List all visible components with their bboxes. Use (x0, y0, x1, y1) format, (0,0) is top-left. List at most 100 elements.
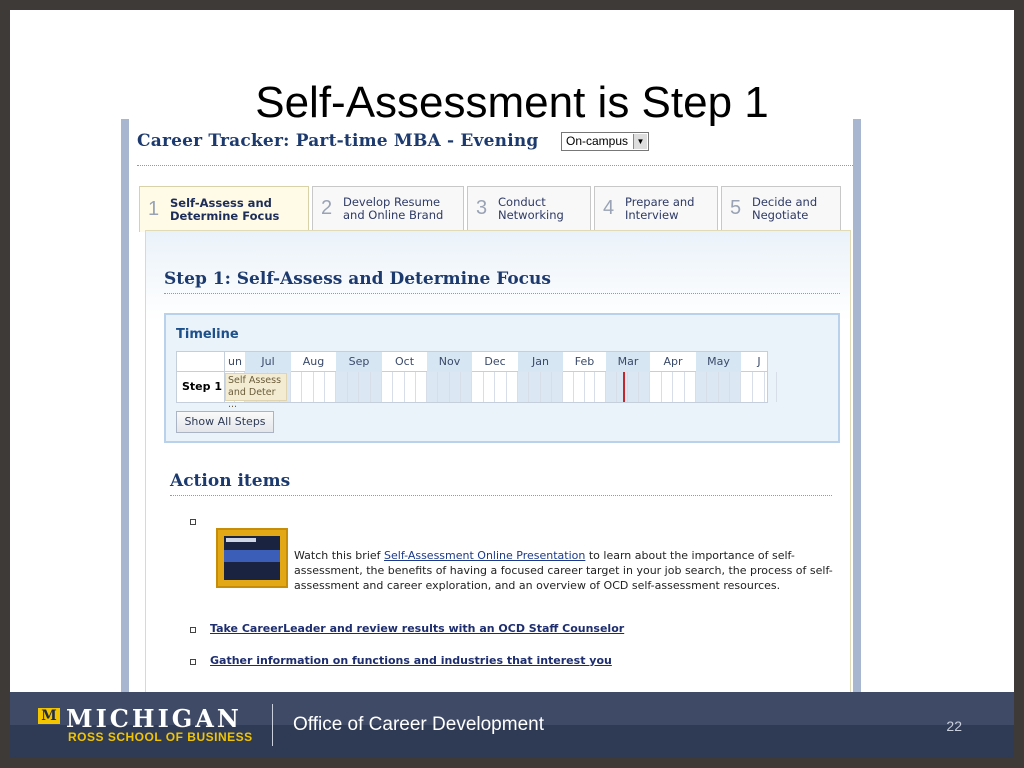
timeline-cell (628, 372, 639, 402)
timeline-cell (370, 372, 382, 402)
timeline-cell (405, 372, 416, 402)
timeline-cell (673, 372, 685, 402)
timeline-cell (416, 372, 427, 402)
timeline-cell (291, 372, 303, 402)
timeline-month: Apr (663, 355, 683, 368)
tab-label: Prepare and Interview (625, 194, 695, 222)
tab-number: 4 (603, 197, 615, 219)
bullet-icon (190, 627, 196, 633)
tab-label: Self-Assess and Determine Focus (170, 195, 280, 223)
timeline-cell (696, 372, 708, 402)
timeline-cell (325, 372, 336, 402)
logo-michigan: MICHIGAN (66, 704, 242, 733)
timeline-grid: Step 1 un Jul Aug Sep Oct Nov Dec Jan Feb Mar Apr M… (176, 351, 777, 410)
timeline-month: Jan (518, 352, 563, 372)
screenshot-border-left (121, 119, 129, 692)
timeline-cells: Self Assess and Deter ... (225, 372, 777, 410)
tab-number: 5 (730, 197, 742, 219)
video-thumbnail[interactable] (216, 528, 288, 588)
timeline-cell (449, 372, 461, 402)
careerleader-link[interactable]: Take CareerLeader and review results wit… (210, 622, 624, 635)
campus-select[interactable]: On-campus ▼ (561, 132, 649, 151)
tab-number: 3 (476, 197, 488, 219)
timeline-months: un Jul Aug Sep Oct Nov Dec Jan Feb Mar Apr May J (225, 352, 767, 372)
bullet-icon (190, 519, 196, 525)
timeline-cell (685, 372, 696, 402)
timeline-cell (359, 372, 371, 402)
divider (272, 704, 273, 746)
timeline-cell (707, 372, 719, 402)
bullet-icon (190, 659, 196, 665)
timeline-cell (438, 372, 450, 402)
dropdown-arrow-icon[interactable]: ▼ (633, 134, 647, 149)
timeline-cell (753, 372, 765, 402)
timeline-cell (718, 372, 730, 402)
timeline-cell (540, 372, 552, 402)
tab-step-4[interactable]: 4 Prepare and Interview (594, 186, 718, 230)
self-assessment-presentation-link[interactable]: Self-Assessment Online Presentation (384, 549, 585, 562)
timeline-cell (765, 372, 777, 402)
tab-label: Decide and Negotiate (752, 194, 818, 222)
timeline-month: Mar (606, 352, 650, 372)
timeline-cell (518, 372, 530, 402)
timeline-cell (529, 372, 541, 402)
timeline-cell (551, 372, 563, 402)
tab-label: Conduct Networking (498, 194, 564, 222)
block-m-logo: M (38, 708, 60, 724)
timeline-cell (495, 372, 507, 402)
timeline-cell (382, 372, 394, 402)
timeline-panel: Timeline Step 1 un Jul Aug Sep Oct Nov Dec Jan F… (164, 313, 840, 443)
timeline-cell (585, 372, 596, 402)
timeline-cell (741, 372, 753, 402)
tracker-title: Career Tracker: Part-time MBA - Evening (137, 131, 539, 151)
timeline-cell (563, 372, 574, 402)
timeline-month: Jul (245, 352, 291, 372)
video-description: Watch this brief Self-Assessment Online … (294, 549, 833, 592)
timeline-month: Dec (484, 355, 506, 368)
timeline-cell (472, 372, 484, 402)
timeline-month: Feb (574, 355, 595, 368)
timeline-month: Aug (302, 355, 325, 368)
footer-office: Office of Career Development (293, 714, 544, 735)
timeline-cell (507, 372, 518, 402)
timeline-row-label: Step 1 (182, 380, 222, 393)
timeline-cell (427, 372, 439, 402)
tab-step-1[interactable]: 1 Self-Assess and Determine Focus (139, 186, 309, 232)
timeline-month: J (757, 355, 761, 368)
gather-information-link[interactable]: Gather information on functions and indu… (210, 654, 612, 667)
timeline-label-column: Step 1 (177, 352, 225, 402)
timeline-cell (662, 372, 673, 402)
tab-number: 1 (148, 198, 160, 220)
step-tabs: 1 Self-Assess and Determine Focus 2 Devel… (139, 186, 851, 232)
timeline-cell (729, 372, 741, 402)
tab-label: Develop Resume and Online Brand (343, 194, 444, 222)
timeline-cell (650, 372, 662, 402)
today-marker (623, 372, 625, 402)
tab-step-2[interactable]: 2 Develop Resume and Online Brand (312, 186, 464, 230)
timeline-cell (336, 372, 348, 402)
logo-ross-school: ROSS SCHOOL OF BUSINESS (68, 730, 253, 744)
timeline-month: May (696, 352, 741, 372)
timeline-cell (639, 372, 650, 402)
timeline-cell (606, 372, 617, 402)
tab-number: 2 (321, 197, 333, 219)
campus-select-value: On-campus (566, 134, 629, 148)
tab-step-5[interactable]: 5 Decide and Negotiate (721, 186, 841, 230)
timeline-cell (393, 372, 405, 402)
timeline-month: Sep (336, 352, 382, 372)
timeline-cell (314, 372, 325, 402)
timeline-title: Timeline (176, 327, 239, 342)
timeline-cell (574, 372, 585, 402)
tab-step-3[interactable]: 3 Conduct Networking (467, 186, 591, 230)
timeline-cell (460, 372, 472, 402)
timeline-cell (484, 372, 495, 402)
timeline-month: un (228, 355, 242, 368)
divider (137, 165, 853, 166)
timeline-cell (595, 372, 606, 402)
divider (164, 293, 840, 294)
show-all-steps-button[interactable]: Show All Steps (176, 411, 274, 433)
career-tracker-screenshot: Career Tracker: Part-time MBA - Evening … (129, 119, 853, 692)
step-content-panel: Step 1: Self-Assess and Determine Focus … (145, 230, 851, 692)
page-number: 22 (946, 718, 962, 734)
timeline-bar-self-assess[interactable]: Self Assess and Deter ... (225, 373, 287, 410)
